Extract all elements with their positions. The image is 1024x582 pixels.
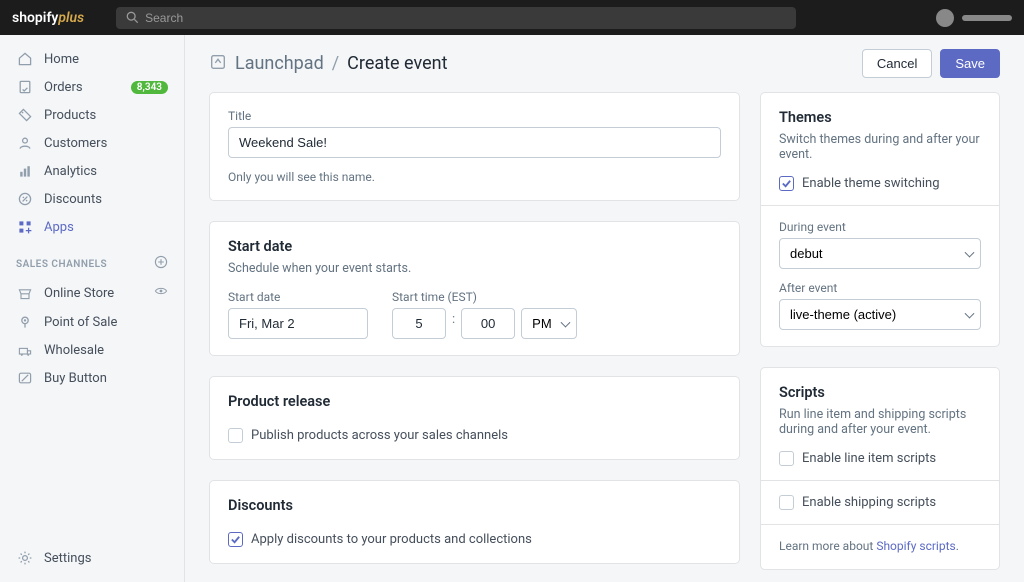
pos-icon [16, 314, 34, 330]
scripts-learn-more: Learn more about Shopify scripts. [779, 539, 981, 553]
sidebar-item-analytics[interactable]: Analytics [0, 157, 184, 185]
sidebar-item-label: Orders [44, 80, 83, 95]
scripts-heading: Scripts [779, 384, 981, 401]
sidebar-channel-online-store[interactable]: Online Store [0, 278, 184, 308]
start-minute-input[interactable] [461, 308, 515, 339]
after-event-select[interactable]: live-theme (active) [779, 299, 981, 330]
publish-products-checkbox[interactable] [228, 428, 243, 443]
eye-icon[interactable] [154, 284, 168, 302]
analytics-icon [16, 163, 34, 179]
enable-theme-switching-checkbox[interactable] [779, 176, 794, 191]
sidebar-item-label: Buy Button [44, 371, 107, 386]
title-card: Title Only you will see this name. [209, 92, 740, 201]
apply-discounts-label: Apply discounts to your products and col… [251, 532, 532, 547]
sidebar-item-label: Settings [44, 551, 91, 566]
search-icon [126, 11, 139, 24]
sidebar: Home Orders 8,343 Products Customers Ana… [0, 35, 185, 582]
publish-products-label: Publish products across your sales chann… [251, 428, 508, 443]
ampm-select[interactable]: PM [521, 308, 577, 339]
sidebar-item-products[interactable]: Products [0, 101, 184, 129]
during-event-label: During event [779, 220, 981, 234]
sidebar-item-settings[interactable]: Settings [0, 544, 184, 572]
breadcrumb-separator: / [332, 53, 339, 74]
title-helper: Only you will see this name. [228, 170, 721, 184]
start-time-label: Start time (EST) [392, 290, 577, 304]
sidebar-channel-pos[interactable]: Point of Sale [0, 308, 184, 336]
avatar [936, 9, 954, 27]
start-date-input[interactable] [228, 308, 368, 339]
title-label: Title [228, 109, 721, 123]
save-button[interactable]: Save [940, 49, 1000, 78]
after-event-label: After event [779, 281, 981, 295]
orders-icon [16, 79, 34, 95]
enable-theme-switching-label: Enable theme switching [802, 176, 940, 191]
time-separator: : [452, 312, 455, 335]
sidebar-item-label: Apps [44, 220, 74, 235]
online-store-icon [16, 285, 34, 301]
sidebar-item-label: Customers [44, 136, 107, 151]
scripts-card: Scripts Run line item and shipping scrip… [760, 367, 1000, 570]
shopify-scripts-link[interactable]: Shopify scripts [876, 539, 955, 553]
topbar: shopifyplus [0, 0, 1024, 35]
enable-shipping-scripts-label: Enable shipping scripts [802, 495, 936, 510]
start-date-sub: Schedule when your event starts. [228, 261, 721, 276]
gear-icon [16, 550, 34, 566]
enable-line-item-scripts-label: Enable line item scripts [802, 451, 936, 466]
enable-line-item-scripts-checkbox[interactable] [779, 451, 794, 466]
title-input[interactable] [228, 127, 721, 158]
sidebar-item-label: Online Store [44, 286, 114, 301]
brand-name: shopify [12, 10, 58, 26]
search-input[interactable] [145, 11, 786, 25]
discounts-icon [16, 191, 34, 207]
wholesale-icon [16, 342, 34, 358]
during-event-select[interactable]: debut [779, 238, 981, 269]
breadcrumb: Launchpad / Create event Cancel Save [185, 35, 1024, 92]
brand-suffix: plus [58, 10, 84, 26]
product-release-card: Product release Publish products across … [209, 376, 740, 460]
add-channel-button[interactable] [154, 255, 168, 273]
orders-badge: 8,343 [131, 81, 168, 94]
sidebar-item-label: Wholesale [44, 343, 104, 358]
apply-discounts-checkbox[interactable] [228, 532, 243, 547]
scripts-sub: Run line item and shipping scripts durin… [779, 407, 981, 437]
enable-shipping-scripts-checkbox[interactable] [779, 495, 794, 510]
buy-button-icon [16, 370, 34, 386]
sales-channels-header: SALES CHANNELS [0, 241, 184, 278]
launchpad-icon [209, 53, 227, 75]
customers-icon [16, 135, 34, 151]
page-title: Create event [347, 53, 447, 74]
topbar-user[interactable] [936, 9, 1012, 27]
user-name-placeholder [962, 15, 1012, 21]
cancel-button[interactable]: Cancel [862, 49, 932, 78]
apps-icon [16, 219, 34, 235]
sidebar-item-customers[interactable]: Customers [0, 129, 184, 157]
sidebar-item-label: Products [44, 108, 96, 123]
breadcrumb-root[interactable]: Launchpad [235, 53, 324, 74]
start-date-card: Start date Schedule when your event star… [209, 221, 740, 356]
sidebar-item-home[interactable]: Home [0, 45, 184, 73]
home-icon [16, 51, 34, 67]
start-date-label: Start date [228, 290, 368, 304]
sidebar-channel-wholesale[interactable]: Wholesale [0, 336, 184, 364]
sidebar-item-discounts[interactable]: Discounts [0, 185, 184, 213]
products-icon [16, 107, 34, 123]
sidebar-channel-buy-button[interactable]: Buy Button [0, 364, 184, 392]
themes-sub: Switch themes during and after your even… [779, 132, 981, 162]
themes-heading: Themes [779, 109, 981, 126]
brand-logo: shopifyplus [12, 10, 84, 26]
start-date-heading: Start date [228, 238, 721, 255]
sidebar-item-apps[interactable]: Apps [0, 213, 184, 241]
product-release-heading: Product release [228, 393, 721, 410]
sidebar-item-label: Home [44, 52, 79, 67]
themes-card: Themes Switch themes during and after yo… [760, 92, 1000, 347]
sidebar-item-label: Analytics [44, 164, 97, 179]
start-hour-input[interactable] [392, 308, 446, 339]
sidebar-item-orders[interactable]: Orders 8,343 [0, 73, 184, 101]
discounts-heading: Discounts [228, 497, 721, 514]
search-bar[interactable] [116, 7, 796, 29]
discounts-card: Discounts Apply discounts to your produc… [209, 480, 740, 564]
sidebar-item-label: Point of Sale [44, 315, 117, 330]
sidebar-item-label: Discounts [44, 192, 102, 207]
